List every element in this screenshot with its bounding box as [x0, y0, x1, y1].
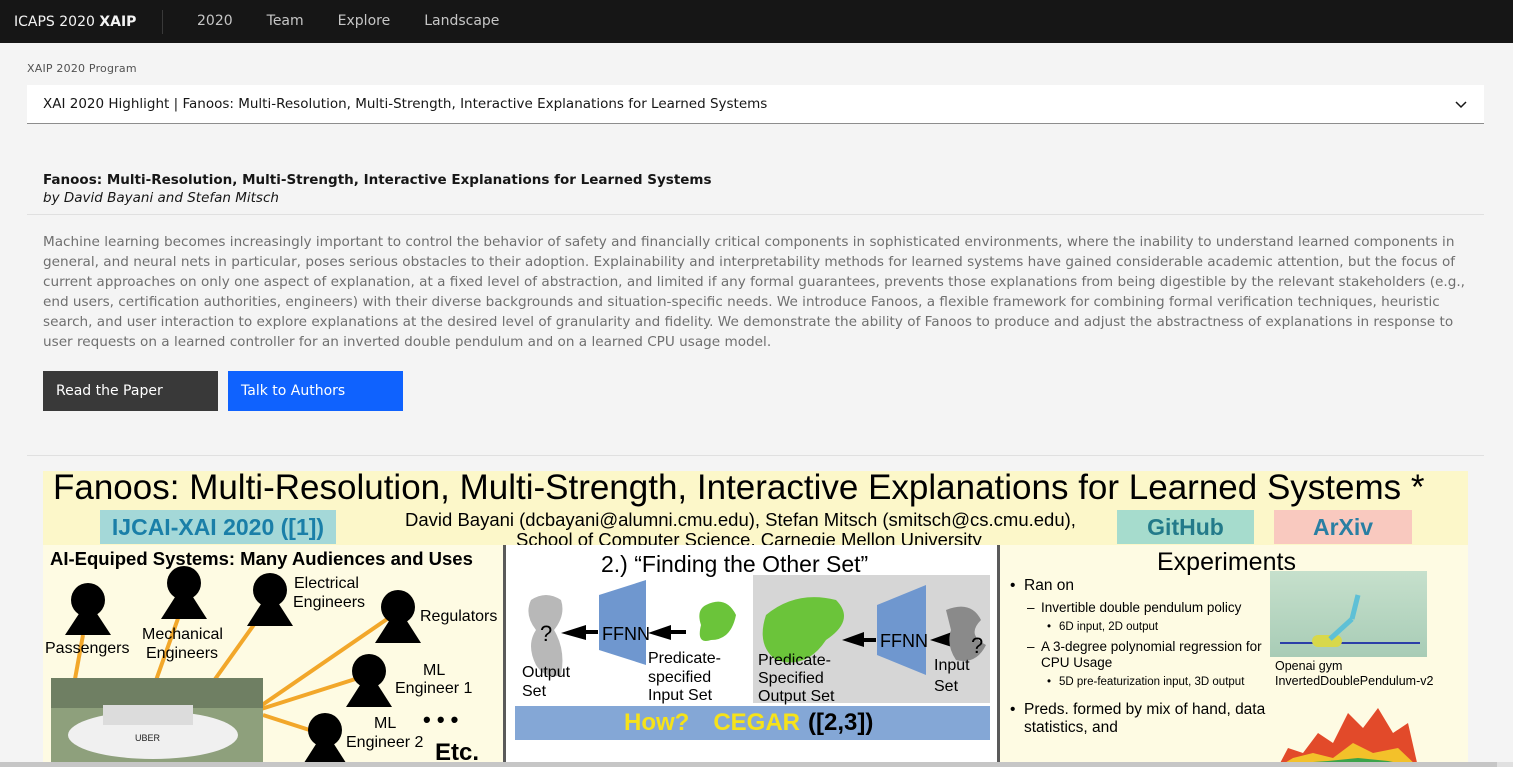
ml2-label-1: ML — [374, 715, 396, 732]
question-mark-right: ? — [971, 633, 983, 658]
pred-input-label-3: Input Set — [648, 687, 713, 704]
ffnn-shape-right — [877, 585, 926, 675]
nav-links: 2020 Team Explore Landscape — [180, 0, 516, 43]
divider — [27, 214, 1484, 215]
brand-prefix: ICAPS 2020 — [14, 13, 95, 30]
horizontal-scrollbar[interactable] — [0, 762, 1497, 767]
brand-strong: XAIP — [99, 13, 137, 30]
electrical-label-2: Engineers — [293, 594, 365, 611]
output-set-label-1: Output — [522, 664, 571, 681]
cegar-label: CEGAR — [713, 709, 800, 736]
question-mark-left: ? — [540, 621, 552, 646]
pred-output-label-2: Specified — [758, 670, 824, 687]
electrical-label-1: Electrical — [294, 575, 359, 592]
program-label: XAIP 2020 Program — [27, 62, 137, 75]
program-dropdown[interactable]: XAI 2020 Highlight | Fanoos: Multi-Resol… — [27, 85, 1484, 124]
poster-audiences-panel: AI-Equiped Systems: Many Audiences and U… — [43, 545, 503, 767]
input-set-label-2: Set — [934, 678, 959, 695]
list-item: 6D input, 2D output — [1010, 620, 1270, 634]
poster-header: Fanoos: Multi-Resolution, Multi-Strength… — [43, 471, 1468, 550]
pred-input-label-1: Predicate- — [648, 650, 721, 667]
poster-authors: David Bayani (dcbayani@alumni.cmu.edu), … — [405, 509, 1076, 530]
uber-label: UBER — [135, 733, 161, 743]
audiences-diagram: UBER Passengers Mechanical Engineers Ele… — [45, 566, 497, 767]
ml1-label-2: Engineer 1 — [395, 680, 472, 697]
ffnn-label-right: FFNN — [880, 631, 928, 651]
mechanical-label-1: Mechanical — [142, 626, 223, 643]
poster-finding-panel: 2.) “Finding the Other Set” ? FFNN Outpu… — [503, 545, 1000, 767]
pred-output-label-3: Output Set — [758, 688, 835, 705]
list-item: Ran on — [1010, 577, 1270, 595]
mechanical-label-2: Engineers — [146, 645, 218, 662]
output-set-label-2: Set — [522, 683, 547, 700]
ml2-label-2: Engineer 2 — [346, 734, 423, 751]
pendulum-image — [1270, 571, 1427, 657]
talk-to-authors-button[interactable]: Talk to Authors — [228, 371, 403, 411]
poster-title: Fanoos: Multi-Resolution, Multi-Strength… — [53, 471, 1425, 507]
top-nav: ICAPS 2020 XAIP 2020 Team Explore Landsc… — [0, 0, 1513, 43]
surface-plot-image — [1278, 708, 1418, 767]
paper-authors: by David Bayani and Stefan Mitsch — [43, 190, 279, 206]
nav-link-2020[interactable]: 2020 — [180, 0, 250, 43]
pred-output-label-1: Predicate- — [758, 652, 831, 669]
cegar-ref: ([2,3]) — [808, 709, 874, 736]
green-blob-left — [699, 601, 736, 641]
pred-input-label-2: specified — [648, 669, 711, 686]
list-item: A 3-degree polynomial regression for CPU… — [1010, 639, 1270, 671]
program-selected-value: XAI 2020 Highlight | Fanoos: Multi-Resol… — [43, 96, 768, 112]
paper-abstract: Machine learning becomes increasingly im… — [43, 234, 1465, 350]
github-tag: GitHub — [1117, 510, 1254, 544]
read-paper-button[interactable]: Read the Paper — [43, 371, 218, 411]
list-item: Invertible double pendulum policy — [1010, 600, 1270, 616]
paper-title: Fanoos: Multi-Resolution, Multi-Strength… — [43, 172, 712, 188]
passengers-label: Passengers — [45, 640, 130, 657]
brand-logo[interactable]: ICAPS 2020 XAIP — [0, 9, 163, 34]
chevron-down-icon — [1455, 101, 1467, 109]
ffnn-shape-left — [599, 580, 646, 665]
list-item: 5D pre-featurization input, 3D output — [1010, 675, 1270, 689]
poster-image: Fanoos: Multi-Resolution, Multi-Strength… — [43, 471, 1468, 767]
divider — [27, 455, 1484, 456]
list-item: Preds. formed by mix of hand, data stati… — [1010, 701, 1270, 737]
input-set-label-1: Input — [934, 657, 970, 674]
poster-experiments-panel: Experiments Ran on Invertible double pen… — [1000, 545, 1468, 767]
nav-link-team[interactable]: Team — [250, 0, 321, 43]
regulators-label: Regulators — [420, 608, 497, 625]
scrollbar-track — [1497, 762, 1513, 767]
nav-link-explore[interactable]: Explore — [321, 0, 408, 43]
nav-link-landscape[interactable]: Landscape — [407, 0, 516, 43]
ffnn-label-left: FFNN — [602, 624, 650, 644]
ml1-label-1: ML — [423, 662, 445, 679]
pendulum-caption: Openai gym InvertedDoublePendulum-v2 — [1275, 659, 1434, 688]
arxiv-tag: ArXiv — [1274, 510, 1412, 544]
experiments-list: Ran on Invertible double pendulum policy… — [1010, 573, 1270, 737]
cegar-bar: How? CEGAR ([2,3]) — [515, 706, 990, 740]
ellipsis-label: • • • — [423, 707, 458, 732]
how-label: How? — [624, 709, 690, 736]
ijcai-tag: IJCAI-XAI 2020 ([1]) — [100, 510, 336, 544]
